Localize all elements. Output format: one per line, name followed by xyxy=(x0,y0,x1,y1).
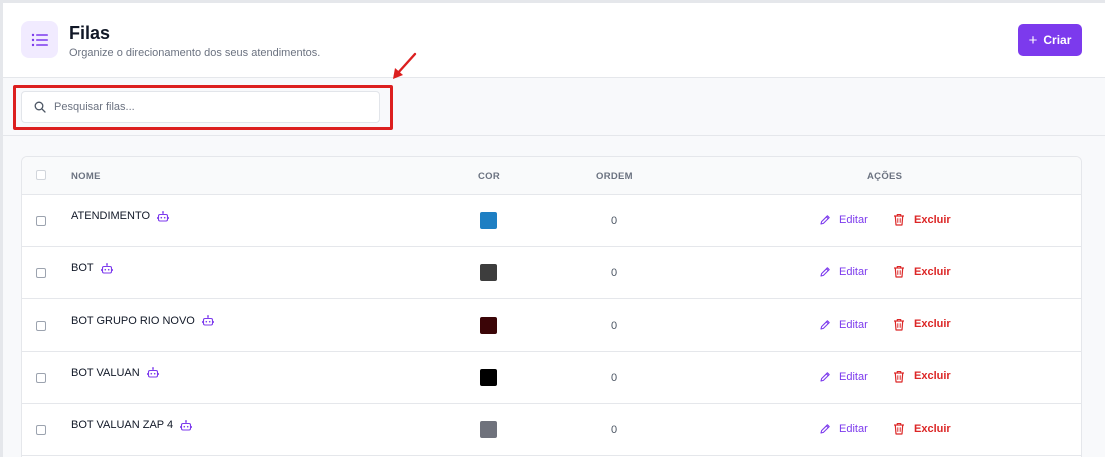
row-name: BOT VALUAN xyxy=(71,366,140,379)
row-name-cell: BOT xyxy=(71,262,113,274)
robot-icon xyxy=(201,315,214,326)
edit-button-label: Editar xyxy=(839,370,868,383)
color-swatch xyxy=(480,264,497,282)
trash-icon xyxy=(893,213,905,226)
column-header-actions: AÇÕES xyxy=(867,171,903,182)
row-name-cell: BOT GRUPO RIO NOVO xyxy=(71,315,214,327)
trash-icon xyxy=(893,318,905,331)
row-checkbox[interactable] xyxy=(36,216,46,226)
trash-icon xyxy=(893,265,905,278)
create-button[interactable]: + Criar xyxy=(1018,24,1082,56)
table-header: NOME COR ORDEM AÇÕES xyxy=(22,157,1081,195)
delete-button[interactable]: Excluir xyxy=(893,422,951,435)
delete-button-label: Excluir xyxy=(914,265,951,278)
edit-button-label: Editar xyxy=(839,318,868,331)
table-row: BOT VALUAN ZAP 4 0 Editar Excluir xyxy=(22,404,1081,457)
pencil-icon xyxy=(819,423,831,435)
edit-button[interactable]: Editar xyxy=(819,319,868,331)
edit-button-label: Editar xyxy=(839,266,868,279)
row-checkbox[interactable] xyxy=(36,268,46,279)
list-icon xyxy=(21,21,58,58)
queues-table: NOME COR ORDEM AÇÕES ATENDIMENTO 0 Editar E… xyxy=(21,156,1082,457)
table-row: BOT VALUAN 0 Editar Excluir xyxy=(22,352,1081,404)
row-checkbox[interactable] xyxy=(36,425,46,436)
row-order: 0 xyxy=(611,424,618,437)
row-order: 0 xyxy=(611,267,618,280)
select-all-checkbox[interactable] xyxy=(36,170,46,180)
edit-button[interactable]: Editar xyxy=(819,423,868,435)
trash-icon xyxy=(893,422,905,435)
robot-icon xyxy=(146,367,159,378)
delete-button[interactable]: Excluir xyxy=(893,318,951,331)
color-swatch xyxy=(480,421,497,439)
color-swatch xyxy=(480,212,497,229)
pencil-icon xyxy=(819,214,831,226)
pencil-icon xyxy=(819,371,831,383)
filter-bar xyxy=(3,78,1105,136)
plus-icon: + xyxy=(1028,31,1038,49)
page-header: Filas Organize o direcionamento dos seus… xyxy=(3,3,1105,78)
robot-icon xyxy=(180,419,193,431)
row-checkbox[interactable] xyxy=(36,320,46,331)
edit-button-label: Editar xyxy=(839,423,868,436)
row-order: 0 xyxy=(611,215,618,227)
pencil-icon xyxy=(819,319,831,331)
row-order: 0 xyxy=(611,371,618,384)
create-button-label: Criar xyxy=(1043,33,1072,47)
page-subtitle: Organize o direcionamento dos seus atend… xyxy=(69,47,321,59)
color-swatch xyxy=(480,316,497,334)
search-input[interactable] xyxy=(54,101,354,113)
row-name: ATENDIMENTO xyxy=(71,210,151,222)
table-row: BOT GRUPO RIO NOVO 0 Editar Excluir xyxy=(22,300,1081,352)
page-title: Filas xyxy=(69,23,111,43)
delete-button[interactable]: Excluir xyxy=(893,370,951,383)
row-checkbox[interactable] xyxy=(36,372,46,383)
search-box[interactable] xyxy=(21,91,380,123)
column-header-color: COR xyxy=(478,171,501,182)
table-row: BOT 0 Editar Excluir xyxy=(22,247,1081,300)
row-name-cell: ATENDIMENTO xyxy=(71,210,170,222)
delete-button[interactable]: Excluir xyxy=(893,265,951,278)
delete-button-label: Excluir xyxy=(914,422,951,435)
pencil-icon xyxy=(819,266,831,278)
row-name-cell: BOT VALUAN ZAP 4 xyxy=(71,419,193,432)
row-name: BOT xyxy=(71,262,94,275)
delete-button-label: Excluir xyxy=(914,370,951,383)
edit-button[interactable]: Editar xyxy=(819,266,868,278)
row-name: BOT GRUPO RIO NOVO xyxy=(71,314,195,327)
row-name-cell: BOT VALUAN xyxy=(71,367,159,379)
robot-icon xyxy=(157,210,170,222)
edit-button[interactable]: Editar xyxy=(819,214,868,226)
delete-button-label: Excluir xyxy=(914,318,951,331)
robot-icon xyxy=(100,262,113,274)
column-header-name: NOME xyxy=(71,171,101,182)
row-order: 0 xyxy=(611,319,618,332)
color-swatch xyxy=(480,368,497,386)
column-header-order: ORDEM xyxy=(596,171,633,182)
edit-button[interactable]: Editar xyxy=(819,371,868,383)
search-icon xyxy=(34,101,46,113)
row-name: BOT VALUAN ZAP 4 xyxy=(71,419,174,432)
trash-icon xyxy=(893,370,905,383)
table-row: ATENDIMENTO 0 Editar Excluir xyxy=(22,195,1081,247)
delete-button[interactable]: Excluir xyxy=(893,213,951,226)
delete-button-label: Excluir xyxy=(914,213,951,226)
edit-button-label: Editar xyxy=(839,214,868,226)
annotation-arrow xyxy=(393,52,417,79)
